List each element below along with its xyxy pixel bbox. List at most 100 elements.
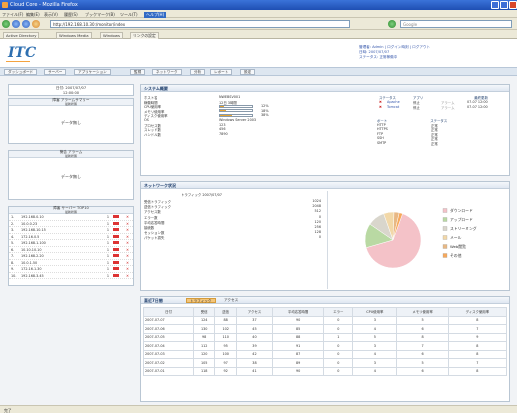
menu-help[interactable]: ヘルプ(H)	[144, 11, 167, 18]
table-cell: 88	[214, 315, 237, 325]
latest-badge: 最新状態	[64, 101, 77, 106]
bookmark-item[interactable]: Windows	[100, 32, 123, 39]
search-input[interactable]: Google	[400, 20, 512, 28]
bookmark-item[interactable]: Active Directory	[3, 32, 40, 39]
table-cell: 5	[396, 358, 449, 368]
site-logo[interactable]: ITC	[8, 45, 36, 61]
server-rank: 4.	[11, 234, 15, 239]
tab-analysis[interactable]: 分析	[190, 69, 206, 75]
table-header-cell[interactable]: ディスク使用率	[447, 307, 508, 317]
alert-app-name[interactable]: Apache	[387, 100, 400, 104]
tab-dashboard[interactable]: ダッシュボード	[4, 69, 38, 75]
close-button[interactable]	[509, 1, 517, 9]
usage-bar-fill	[220, 110, 226, 112]
menu-bookmarks[interactable]: ブックマーク(B)	[85, 12, 115, 18]
server-rank: 2.	[11, 221, 15, 226]
server-ip[interactable]: 10.10.10.10	[21, 248, 42, 252]
system-key: ハンドル数	[144, 132, 161, 137]
date-box: 日付: 2007/07/07 12:00:00	[8, 84, 134, 96]
error-icon: ✕	[125, 273, 129, 278]
table-cell: 9	[447, 332, 508, 342]
menu-view[interactable]: 表示(V)	[44, 12, 58, 18]
server-ip[interactable]: 10.0.1.50	[21, 261, 37, 265]
server-ip[interactable]: 192.168.2.20	[21, 254, 44, 258]
menu-edit[interactable]: 編集(E)	[26, 12, 40, 18]
panel-divider	[327, 191, 328, 289]
alert-flag-icon	[113, 267, 119, 271]
table-header-cell[interactable]: エラー	[323, 307, 354, 317]
table-cell: 7	[447, 324, 508, 334]
traffic-panel: ネットワーク状況 トラフィック 2007/07/07 受信トラフィック 1024 送…	[140, 181, 510, 291]
table-header-cell[interactable]: 日付	[143, 307, 194, 317]
system-value: 38%	[261, 113, 269, 118]
traffic-value: 256	[314, 225, 321, 229]
table-cell: 110	[214, 332, 237, 342]
critical-alarm-box: 障害 アラームサマリー 最新状態 データ無し	[8, 98, 134, 144]
table-header-cell[interactable]: CPU使用率	[352, 307, 398, 317]
back-icon[interactable]	[2, 20, 10, 28]
menu-history[interactable]: 履歴(S)	[64, 12, 78, 18]
table-cell: 2007-07-07	[143, 315, 194, 325]
server-rank: 8.	[11, 260, 15, 265]
subtab-traffic[interactable]: トラフィック	[186, 298, 216, 303]
table-header-cell[interactable]: アクセス	[235, 307, 274, 317]
navigation-toolbar: http://192.168.10.30:/monitor/index Goog…	[0, 18, 517, 30]
tab-monitor[interactable]: 監視	[130, 69, 146, 75]
legend-label: その他	[450, 253, 462, 258]
port-status: 正常	[431, 141, 438, 146]
minimize-button[interactable]	[491, 1, 499, 9]
time-line: 12:00:00	[62, 91, 80, 95]
table-cell: 2007-07-05	[143, 332, 194, 342]
traffic-value: 120	[314, 219, 321, 224]
error-icon: ✕	[125, 215, 129, 220]
tab-network[interactable]: ネットワーク	[152, 69, 182, 75]
firefox-icon	[2, 2, 8, 8]
server-list-row[interactable]: 10. 192.168.3.45 1 ✕	[9, 273, 133, 279]
table-cell: 38	[235, 358, 274, 368]
server-ip[interactable]: 192.168.1.100	[21, 241, 46, 245]
tab-applications[interactable]: アプリケーション	[74, 69, 111, 75]
traffic-panel-title: ネットワーク状況	[141, 182, 509, 189]
go-icon[interactable]	[388, 20, 396, 28]
home-icon[interactable]	[32, 20, 40, 28]
bookmark-item[interactable]: Windows Media	[56, 32, 92, 39]
server-ip[interactable]: 192.168.3.45	[21, 274, 44, 278]
table-row: 2007-07-06 130 102 45 85 0 4 6 7	[143, 324, 508, 334]
alert-app-name[interactable]: Tomcat	[387, 105, 399, 109]
tab-reports[interactable]: レポート	[210, 69, 233, 75]
table-header-cell[interactable]: メモリ使用率	[396, 307, 449, 317]
url-input[interactable]: http://192.168.10.30:/monitor/index	[50, 20, 350, 28]
traffic-value: 0	[318, 214, 321, 219]
server-ip[interactable]: 172.16.1.30	[21, 267, 42, 271]
traffic-value: 2048	[312, 204, 321, 209]
table-header-cell[interactable]: 送信	[214, 307, 237, 317]
table-cell: 2007-07-06	[143, 324, 194, 334]
tab-servers[interactable]: サーバー	[44, 69, 67, 75]
menu-tools[interactable]: ツール(T)	[120, 12, 138, 18]
table-cell: 100	[214, 349, 237, 359]
server-count: 1	[106, 221, 109, 226]
legend-label: ダウンロード	[450, 208, 473, 213]
status-bar: 完了	[0, 405, 517, 413]
table-header-cell[interactable]: 受信	[192, 307, 216, 317]
usage-bar	[219, 109, 253, 113]
table-cell: 85	[271, 324, 325, 334]
table-cell: 5	[352, 332, 398, 342]
menu-file[interactable]: ファイル(F)	[2, 12, 23, 18]
forward-icon[interactable]	[12, 20, 20, 28]
reload-icon[interactable]	[22, 20, 30, 28]
server-ip[interactable]: 192.168.0.10	[21, 215, 44, 219]
server-ip[interactable]: 10.0.0.23	[21, 222, 37, 226]
table-cell: 2007-07-03	[143, 349, 194, 359]
table-header-cell[interactable]: 平均応答時間	[271, 307, 325, 317]
subtab-access[interactable]: アクセス	[221, 298, 241, 303]
server-ip[interactable]: 192.168.10.15	[21, 228, 46, 232]
maximize-button[interactable]	[500, 1, 508, 9]
table-cell: 118	[192, 366, 216, 376]
table-cell: 124	[192, 315, 216, 325]
tab-settings[interactable]: 設定	[240, 69, 256, 75]
table-row: 2007-07-07 124 88 37 90 0 3 5 8	[143, 315, 508, 325]
table-cell: 2007-07-01	[143, 366, 194, 376]
server-ip[interactable]: 172.16.0.5	[21, 235, 39, 239]
window-titlebar: Cloud Core - Mozilla Firefox	[0, 0, 517, 10]
